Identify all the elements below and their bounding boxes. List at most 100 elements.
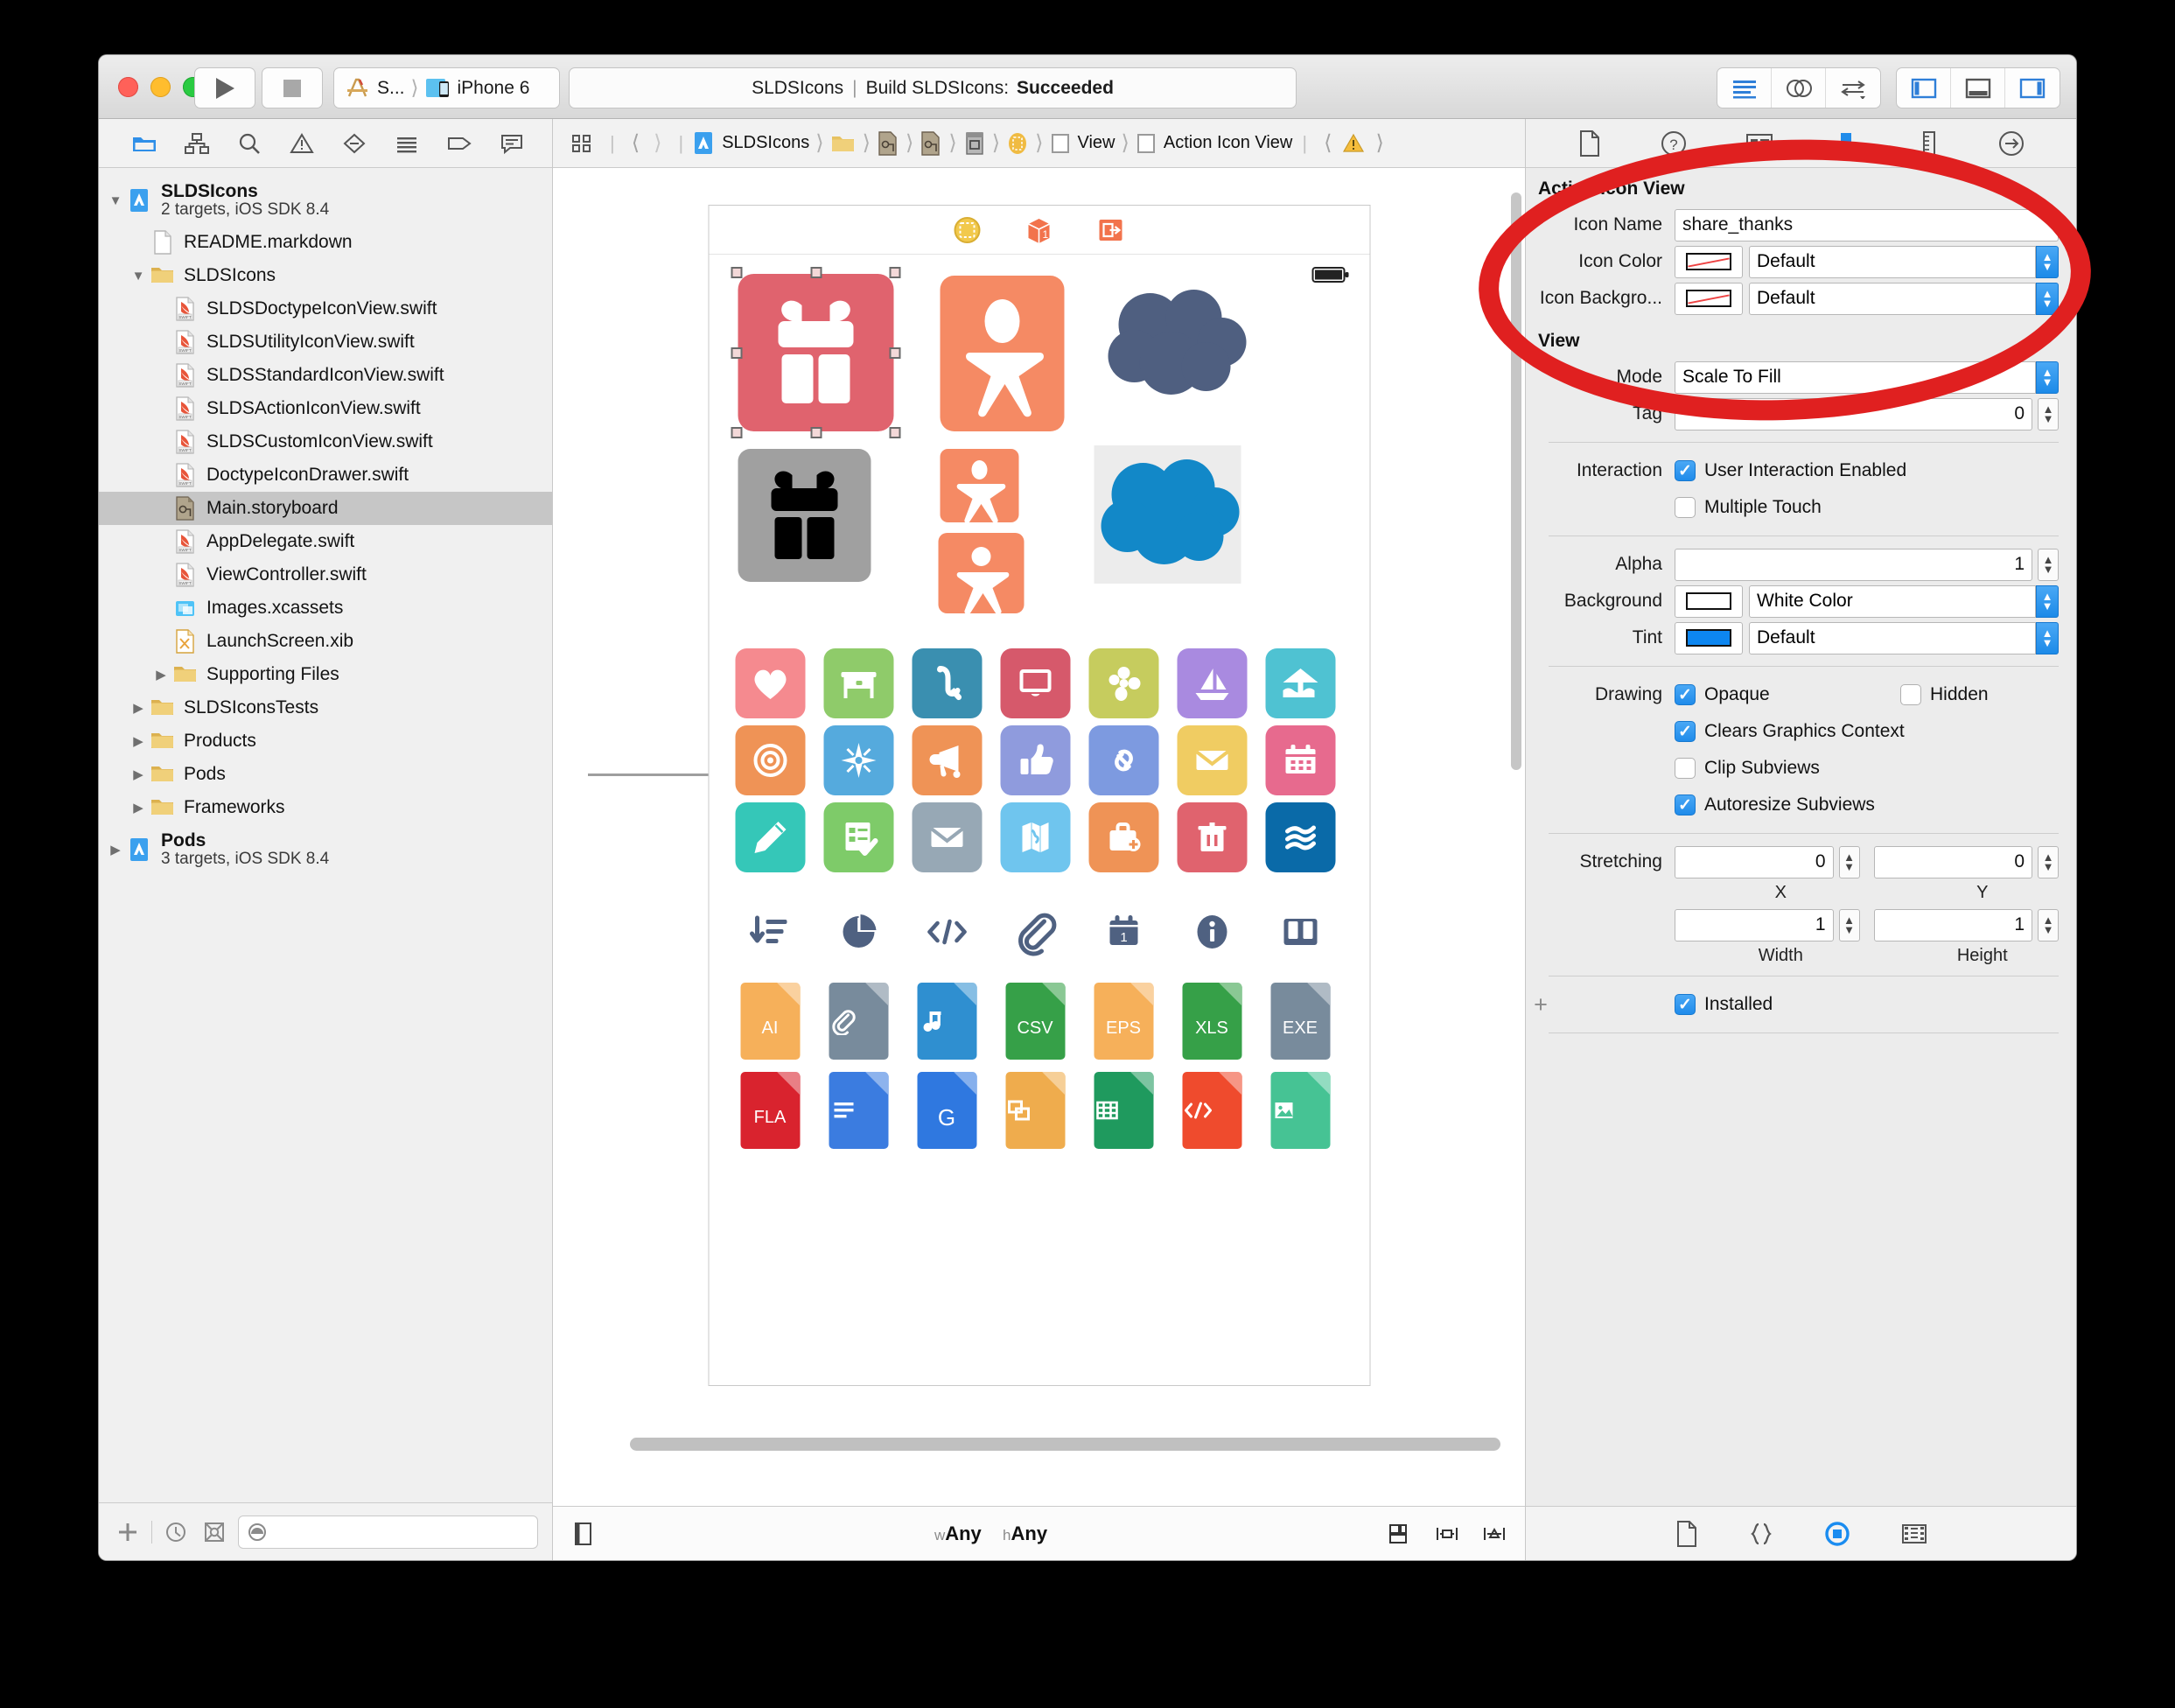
grid-cell[interactable] (997, 799, 1074, 876)
view-controller-scene[interactable]: 1 1 AI CSV EPS XLS EXE FLA G (708, 205, 1370, 1386)
project-navigator-tree[interactable]: ▼ SLDSIcons 2 targets, iOS SDK 8.4 README.m… (99, 168, 552, 1502)
tree-row[interactable]: SWIFT SLDSDoctypeIconView.swift (99, 292, 552, 326)
icon-color-swatch[interactable] (1675, 245, 1743, 278)
tree-row[interactable]: LaunchScreen.xib (99, 625, 552, 658)
grid-cell[interactable] (1262, 799, 1339, 876)
tree-row[interactable]: ▶ SLDSIconsTests (99, 691, 552, 724)
grid-cell[interactable] (908, 799, 985, 876)
clip-subviews-checkbox[interactable]: Clip Subviews (1675, 758, 1820, 779)
grid-cell[interactable] (731, 645, 808, 722)
resolve-constraints-button[interactable] (1481, 1522, 1507, 1546)
grid-cell[interactable] (1173, 799, 1250, 876)
disclosure-triangle[interactable]: ▶ (127, 766, 150, 782)
code-snippet-library-button[interactable] (1748, 1521, 1774, 1547)
canvas-vertical-scrollbar[interactable] (1509, 192, 1523, 1425)
icon-background-swatch[interactable] (1675, 282, 1743, 315)
size-inspector-tab[interactable] (1918, 130, 1941, 158)
hidden-checkbox[interactable]: Hidden (1900, 684, 1989, 705)
grid-cell[interactable]: XLS (1173, 983, 1250, 1060)
cloud-slate-icon-large[interactable] (1099, 279, 1249, 410)
disclosure-triangle[interactable]: ▶ (127, 700, 150, 716)
quick-help-tab[interactable]: ? (1660, 130, 1688, 158)
identity-inspector-tab[interactable] (1745, 130, 1774, 157)
grid-cell[interactable]: EXE (1262, 983, 1339, 1060)
tree-row[interactable]: SWIFT SLDSActionIconView.swift (99, 392, 552, 425)
tree-row[interactable]: ▶ Products (99, 724, 552, 758)
tree-row[interactable]: ▶ Pods 3 targets, iOS SDK 8.4 (99, 824, 552, 875)
file-template-library-button[interactable] (1675, 1520, 1699, 1548)
grid-cell[interactable] (731, 893, 808, 970)
stretch-x-input[interactable]: 0 (1675, 845, 1834, 878)
grid-cell[interactable] (1173, 722, 1250, 799)
breadcrumb-storyboard[interactable] (877, 130, 899, 156)
find-navigator-tab[interactable] (223, 119, 276, 168)
clip-subviews-box[interactable] (1675, 758, 1696, 779)
grid-cell[interactable] (1085, 1072, 1162, 1149)
stretch-y-input[interactable]: 0 (1873, 845, 2032, 878)
grid-cell[interactable]: 1 (1085, 893, 1162, 970)
hidden-box[interactable] (1900, 684, 1921, 705)
grid-cell[interactable] (731, 722, 808, 799)
tree-row[interactable]: README.markdown (99, 226, 552, 259)
background-stepper[interactable]: ▲ ▼ (2036, 584, 2059, 618)
toggle-debug-button[interactable] (1951, 68, 2005, 108)
tree-row[interactable]: SWIFT DoctypeIconDrawer.swift (99, 458, 552, 492)
issue-badge[interactable] (1339, 133, 1368, 154)
canvas-horizontal-scrollbar[interactable] (553, 1432, 1525, 1455)
minimize-button[interactable] (150, 77, 171, 97)
tree-row[interactable]: ▶ Frameworks (99, 791, 552, 824)
opaque-box[interactable] (1675, 684, 1696, 705)
media-library-button[interactable] (1900, 1522, 1928, 1546)
next-issue-button[interactable]: ⟩ (1368, 130, 1390, 156)
object-library-button[interactable] (1823, 1520, 1851, 1548)
breadcrumb-storyboard-2[interactable] (920, 130, 942, 156)
grid-cell[interactable] (997, 1072, 1074, 1149)
grid-cell[interactable] (820, 645, 897, 722)
toggle-navigator-button[interactable] (1897, 68, 1951, 108)
tree-row[interactable]: SWIFT SLDSStandardIconView.swift (99, 359, 552, 392)
grid-cell[interactable]: FLA (731, 1072, 808, 1149)
utility-icon-row[interactable]: 1 (731, 893, 1339, 970)
back-button[interactable]: ⟨ (625, 130, 647, 156)
disclosure-triangle[interactable]: ▶ (150, 667, 172, 682)
tree-row[interactable]: SWIFT ViewController.swift (99, 558, 552, 592)
grid-cell[interactable] (1173, 893, 1250, 970)
grid-cell[interactable] (997, 893, 1074, 970)
test-navigator-tab[interactable] (328, 119, 381, 168)
cloud-blue-tile[interactable] (1094, 445, 1241, 584)
multiple-touch-box[interactable] (1675, 497, 1696, 518)
installed-box[interactable] (1675, 994, 1696, 1015)
tint-stepper[interactable]: ▲ ▼ (2036, 621, 2059, 654)
opaque-checkbox[interactable]: Opaque (1675, 684, 1900, 705)
size-class-indicator[interactable]: wAny hAny (595, 1522, 1387, 1545)
background-swatch[interactable] (1675, 584, 1743, 618)
mode-combo[interactable]: Scale To Fill ▲ ▼ (1675, 360, 2059, 394)
tree-row[interactable]: Images.xcassets (99, 592, 552, 625)
doctype-icon-grid[interactable]: AI CSV EPS XLS EXE FLA G (731, 983, 1339, 1149)
tree-row[interactable]: ▶ Pods (99, 758, 552, 791)
storyboard-canvas[interactable]: 1 1 AI CSV EPS XLS EXE FLA G (553, 168, 1525, 1506)
attributes-inspector-tab[interactable] (1831, 130, 1861, 158)
align-button[interactable] (1434, 1522, 1460, 1546)
breadcrumb-scene[interactable] (963, 131, 986, 156)
alpha-input[interactable]: 1 (1675, 548, 2032, 581)
disclosure-triangle[interactable]: ▼ (127, 269, 150, 284)
grid-cell[interactable] (908, 893, 985, 970)
installed-checkbox[interactable]: Installed (1675, 994, 1773, 1015)
tree-row[interactable]: ▼ SLDSIcons 2 targets, iOS SDK 8.4 (99, 175, 552, 226)
assistant-editor-button[interactable] (1772, 68, 1826, 108)
grid-cell[interactable] (1085, 645, 1162, 722)
grid-cell[interactable] (1262, 893, 1339, 970)
icon-color-combo[interactable]: Default ▲ ▼ (1749, 245, 2059, 278)
prev-issue-button[interactable]: ⟨ (1317, 130, 1339, 156)
user-interaction-enabled-box[interactable] (1675, 460, 1696, 481)
autoresize-checkbox[interactable]: Autoresize Subviews (1675, 794, 1875, 816)
grid-cell[interactable] (997, 722, 1074, 799)
symbol-navigator-tab[interactable] (171, 119, 223, 168)
add-file-button[interactable] (113, 1517, 143, 1547)
version-editor-button[interactable] (1826, 68, 1880, 108)
forward-button[interactable]: ⟩ (647, 130, 668, 156)
recent-filter-button[interactable] (161, 1517, 191, 1547)
log-navigator-tab[interactable] (486, 119, 538, 168)
grid-cell[interactable] (1262, 1072, 1339, 1149)
